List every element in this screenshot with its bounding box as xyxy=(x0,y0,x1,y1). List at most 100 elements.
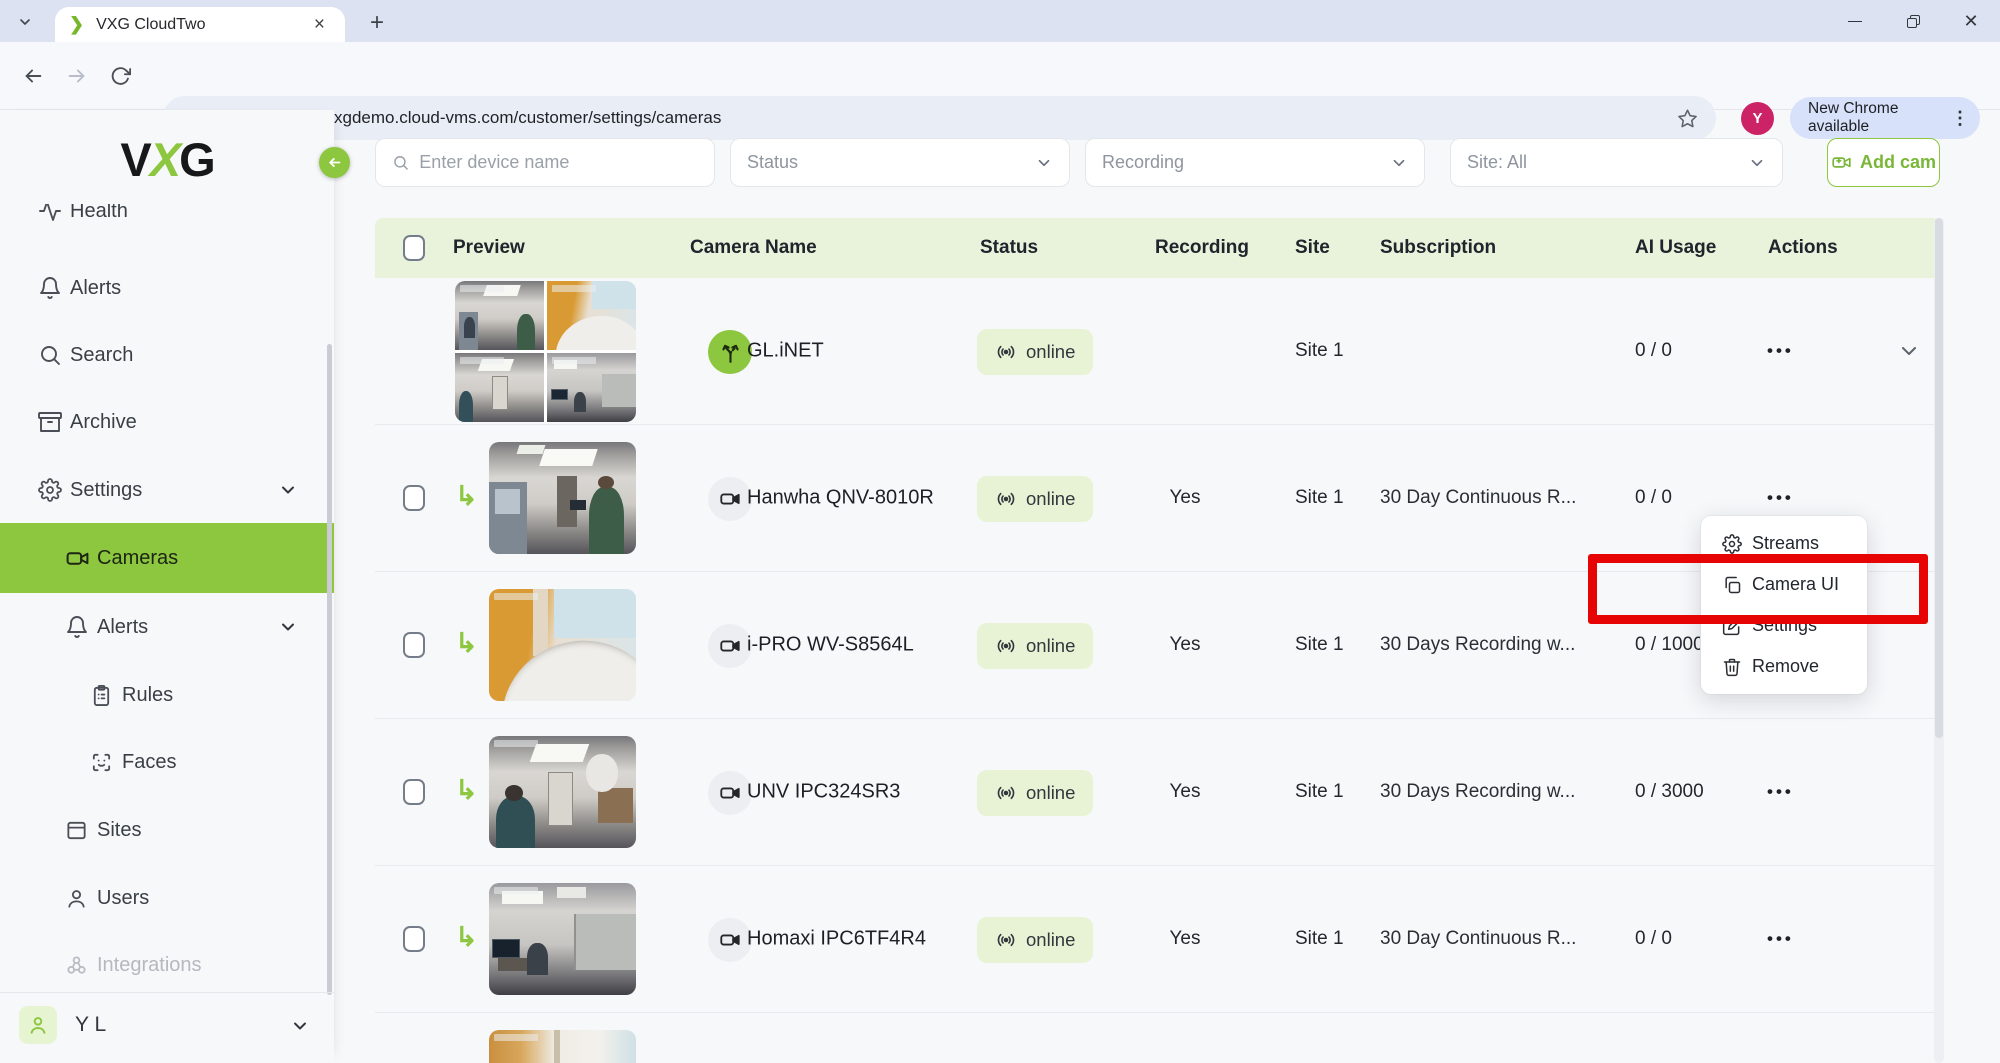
status-badge: online xyxy=(977,917,1093,963)
table-row[interactable]: ↳ UNV IPC324SR3 online Yes Site 1 30 Day… xyxy=(375,719,1940,866)
chevron-down-icon xyxy=(290,1016,310,1036)
window-close-button[interactable]: ✕ xyxy=(1942,0,2000,42)
camera-name[interactable]: Homaxi IPC6TF4R4 xyxy=(747,928,926,951)
recording-cell: Yes xyxy=(1150,928,1220,950)
menu-item-camera-ui[interactable]: Camera UI xyxy=(1701,564,1867,605)
camera-name[interactable]: GL.iNET xyxy=(747,340,824,363)
back-arrow-icon xyxy=(22,65,44,87)
recording-filter-dropdown[interactable]: Recording xyxy=(1085,138,1425,187)
device-search-field[interactable] xyxy=(375,138,715,187)
window-maximize-button[interactable] xyxy=(1884,0,1942,42)
url-text[interactable]: cloudtwo-prod.vxgdemo.cloud-vms.com/cust… xyxy=(214,108,1677,128)
row-actions-button[interactable]: ••• xyxy=(1761,923,1800,955)
broadcast-icon xyxy=(995,635,1017,657)
camera-thumbnail-grid[interactable] xyxy=(455,281,636,422)
profile-avatar[interactable]: Y xyxy=(1741,102,1774,135)
subscription-cell: 30 Days Recording w... xyxy=(1380,634,1625,656)
address-bar[interactable]: cloudtwo-prod.vxgdemo.cloud-vms.com/cust… xyxy=(163,96,1716,140)
site-filter-dropdown[interactable]: Site: All xyxy=(1450,138,1783,187)
recording-cell: Yes xyxy=(1150,634,1220,656)
row-expand-chevron-icon[interactable] xyxy=(1897,339,1921,363)
table-row[interactable] xyxy=(375,1013,1940,1063)
search-input[interactable] xyxy=(419,152,698,173)
user-icon xyxy=(65,887,89,910)
camera-thumbnail[interactable] xyxy=(489,1030,636,1063)
arrow-left-icon xyxy=(326,154,343,171)
sidebar-collapse-button[interactable] xyxy=(319,147,350,178)
add-cam-button[interactable]: Add cam xyxy=(1827,138,1940,187)
gear-icon xyxy=(1722,534,1742,554)
sub-device-arrow-icon: ↳ xyxy=(455,775,478,806)
site-cell: Site 1 xyxy=(1295,779,1353,805)
site-cell: Site 1 xyxy=(1295,485,1353,511)
new-chrome-available-button[interactable]: New Chrome available ⋮ xyxy=(1790,97,1980,139)
ai-usage-cell: 0 / 1000 xyxy=(1635,634,1704,656)
camera-thumbnail[interactable] xyxy=(489,442,636,554)
site-cell: Site 1 xyxy=(1295,632,1353,658)
menu-item-streams[interactable]: Streams xyxy=(1701,523,1867,564)
window-minimize-button[interactable] xyxy=(1826,0,1884,42)
camera-name[interactable]: UNV IPC324SR3 xyxy=(747,781,900,804)
row-checkbox[interactable] xyxy=(403,926,425,952)
broadcast-icon xyxy=(995,782,1017,804)
camera-name[interactable]: i-PRO WV-S8564L xyxy=(747,634,914,657)
sidebar-item-cameras[interactable]: Cameras xyxy=(0,523,334,593)
copy-window-icon xyxy=(1722,575,1742,595)
menu-item-settings[interactable]: Settings xyxy=(1701,605,1867,646)
row-checkbox[interactable] xyxy=(403,779,425,805)
screen: ❯ VXG CloudTwo × + ✕ cloudtwo-prod.vxgde… xyxy=(0,0,2000,1063)
tab-search-button[interactable] xyxy=(10,8,40,36)
back-button[interactable] xyxy=(22,65,44,87)
browser-menu-icon[interactable]: ⋮ xyxy=(1951,108,1970,129)
sidebar-item-health[interactable]: Health xyxy=(0,204,334,235)
sidebar: VXG Health Alerts Search Archive xyxy=(0,110,334,1063)
sidebar-item-settings[interactable]: Settings xyxy=(0,466,334,514)
clipboard-icon xyxy=(90,684,114,707)
sub-device-arrow-icon: ↳ xyxy=(455,922,478,953)
select-all-checkbox[interactable] xyxy=(403,235,425,261)
camera-thumbnail[interactable] xyxy=(489,589,636,701)
sidebar-item-integrations[interactable]: Integrations xyxy=(0,941,334,989)
camera-thumbnail[interactable] xyxy=(489,736,636,848)
bell-icon xyxy=(65,615,89,639)
sidebar-item-search[interactable]: Search xyxy=(0,331,334,379)
user-menu[interactable]: Y L xyxy=(0,1004,334,1052)
sidebar-item-alerts[interactable]: Alerts xyxy=(0,264,334,312)
window-icon xyxy=(65,819,89,842)
sidebar-item-rules[interactable]: Rules xyxy=(0,671,334,719)
sidebar-scrollbar[interactable] xyxy=(327,344,332,995)
row-actions-button[interactable]: ••• xyxy=(1761,335,1800,367)
bookmark-star-icon[interactable] xyxy=(1677,108,1698,129)
sidebar-item-users[interactable]: Users xyxy=(0,874,334,922)
browser-tab[interactable]: ❯ VXG CloudTwo × xyxy=(55,7,345,42)
search-icon xyxy=(38,343,62,367)
row-actions-button[interactable]: ••• xyxy=(1761,776,1800,808)
new-tab-button[interactable]: + xyxy=(360,7,394,39)
menu-item-remove[interactable]: Remove xyxy=(1701,646,1867,687)
row-checkbox[interactable] xyxy=(403,485,425,511)
status-filter-dropdown[interactable]: Status xyxy=(730,138,1070,187)
ai-usage-cell: 0 / 0 xyxy=(1635,487,1672,509)
content-scrollbar[interactable] xyxy=(1934,218,1944,1063)
col-camera-name: Camera Name xyxy=(690,237,817,259)
gateway-icon xyxy=(708,330,752,374)
table-row[interactable]: GL.iNET online Site 1 0 / 0 ••• xyxy=(375,278,1940,425)
tab-close-icon[interactable]: × xyxy=(308,13,331,36)
chevron-down-icon xyxy=(278,617,298,637)
sidebar-item-archive[interactable]: Archive xyxy=(0,398,334,446)
forward-button[interactable] xyxy=(66,65,88,87)
site-cell: Site 1 xyxy=(1295,338,1353,364)
row-checkbox[interactable] xyxy=(403,632,425,658)
sidebar-item-alerts-sub[interactable]: Alerts xyxy=(0,603,334,651)
sidebar-item-sites[interactable]: Sites xyxy=(0,806,334,854)
forward-arrow-icon xyxy=(66,65,88,87)
scrollbar-thumb[interactable] xyxy=(1935,218,1943,738)
vxg-logo: VXG xyxy=(0,132,334,187)
sidebar-item-faces[interactable]: Faces xyxy=(0,738,334,786)
row-actions-button[interactable]: ••• xyxy=(1761,482,1800,514)
camera-type-icon xyxy=(708,624,752,668)
table-row[interactable]: ↳ Homaxi IPC6TF4R4 online Yes Site 1 30 … xyxy=(375,866,1940,1013)
reload-button[interactable] xyxy=(110,65,131,86)
camera-thumbnail[interactable] xyxy=(489,883,636,995)
camera-name[interactable]: Hanwha QNV-8010R xyxy=(747,487,934,510)
